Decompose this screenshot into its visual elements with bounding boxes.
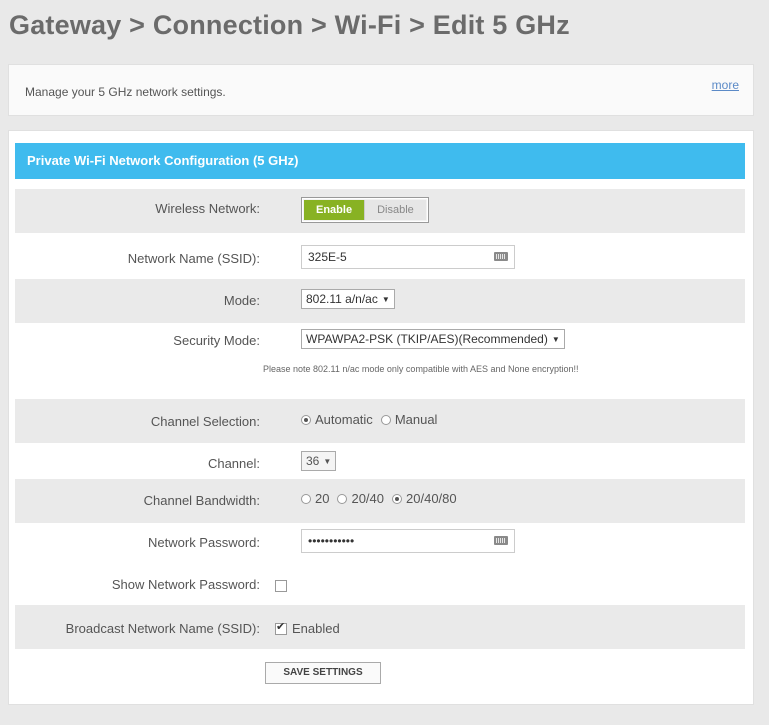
config-panel: Private Wi-Fi Network Configuration (5 G… bbox=[8, 130, 754, 705]
channel-value: 36 bbox=[306, 454, 320, 468]
channel-selection-radios: Automatic Manual bbox=[301, 412, 445, 427]
password-input[interactable]: ••••••••••• bbox=[301, 529, 515, 553]
manual-radio[interactable] bbox=[380, 414, 391, 425]
manual-label: Manual bbox=[394, 412, 438, 427]
mode-row: Mode: 802.11 a/n/ac ▼ bbox=[15, 279, 745, 323]
page-title: Gateway > Connection > Wi-Fi > Edit 5 GH… bbox=[9, 10, 570, 40]
checkmark-icon: ✔ bbox=[276, 621, 286, 633]
ssid-row: Network Name (SSID): 325E-5 bbox=[15, 237, 745, 281]
security-mode-select[interactable]: WPAWPA2-PSK (TKIP/AES)(Recommended) ▼ bbox=[301, 329, 565, 349]
security-mode-row: Security Mode: WPAWPA2-PSK (TKIP/AES)(Re… bbox=[15, 319, 745, 363]
wireless-network-row: Wireless Network: Enable Disable bbox=[15, 189, 745, 233]
bandwidth-20-40-80-radio[interactable] bbox=[392, 493, 403, 504]
save-settings-button[interactable]: SAVE SETTINGS bbox=[265, 662, 381, 684]
automatic-label: Automatic bbox=[315, 412, 373, 427]
mode-label: Mode: bbox=[223, 293, 260, 308]
channel-selection-row: Channel Selection: Automatic Manual bbox=[15, 399, 745, 443]
keyboard-icon[interactable] bbox=[494, 536, 508, 545]
enable-button[interactable]: Enable bbox=[304, 200, 365, 220]
show-password-label: Show Network Password: bbox=[111, 577, 260, 592]
password-label: Network Password: bbox=[148, 535, 260, 550]
automatic-radio[interactable] bbox=[301, 414, 311, 425]
dropdown-arrow-icon: ▼ bbox=[381, 295, 390, 304]
mode-select[interactable]: 802.11 a/n/ac ▼ bbox=[301, 289, 395, 309]
channel-label: Channel: bbox=[207, 456, 260, 471]
info-panel: Manage your 5 GHz network settings. more bbox=[8, 64, 754, 116]
show-password-row: Show Network Password: bbox=[15, 563, 745, 607]
security-mode-label: Security Mode: bbox=[173, 333, 260, 348]
more-link[interactable]: more bbox=[712, 78, 739, 92]
bandwidth-20-40-80-label: 20/40/80 bbox=[406, 491, 457, 506]
password-value: ••••••••••• bbox=[308, 534, 355, 548]
bandwidth-20-radio[interactable] bbox=[301, 493, 311, 504]
broadcast-ssid-row: Broadcast Network Name (SSID): ✔ Enabled bbox=[15, 605, 745, 649]
bandwidth-20-40-label: 20/40 bbox=[351, 491, 385, 506]
channel-selection-label: Channel Selection: bbox=[150, 414, 260, 429]
bandwidth-20-label: 20 bbox=[315, 491, 330, 506]
broadcast-ssid-checkbox[interactable]: ✔ bbox=[275, 621, 287, 635]
encryption-note: Please note 802.11 n/ac mode only compat… bbox=[263, 364, 579, 374]
ssid-label: Network Name (SSID): bbox=[127, 251, 260, 266]
wireless-network-toggle: Enable Disable bbox=[301, 197, 429, 223]
keyboard-icon[interactable] bbox=[494, 252, 508, 261]
dropdown-arrow-icon: ▼ bbox=[551, 335, 560, 344]
wireless-network-label: Wireless Network: bbox=[155, 201, 260, 216]
security-mode-value: WPAWPA2-PSK (TKIP/AES)(Recommended) bbox=[306, 332, 548, 346]
channel-bandwidth-label: Channel Bandwidth: bbox=[143, 493, 260, 508]
show-password-checkbox[interactable] bbox=[275, 580, 287, 592]
bandwidth-20-40-radio[interactable] bbox=[337, 493, 348, 504]
mode-value: 802.11 a/n/ac bbox=[306, 292, 378, 306]
ssid-input[interactable]: 325E-5 bbox=[301, 245, 515, 269]
disable-button[interactable]: Disable bbox=[364, 200, 426, 220]
info-description: Manage your 5 GHz network settings. bbox=[25, 85, 226, 99]
config-header: Private Wi-Fi Network Configuration (5 G… bbox=[15, 143, 745, 179]
channel-bandwidth-radios: 20 20/40 20/40/80 bbox=[301, 491, 465, 506]
ssid-value: 325E-5 bbox=[308, 250, 347, 264]
broadcast-ssid-enabled-label: Enabled bbox=[292, 621, 340, 636]
password-row: Network Password: ••••••••••• bbox=[15, 521, 745, 565]
broadcast-ssid-label: Broadcast Network Name (SSID): bbox=[65, 621, 260, 636]
channel-select[interactable]: 36 ▼ bbox=[301, 451, 337, 471]
channel-bandwidth-row: Channel Bandwidth: 20 20/40 20/40/80 bbox=[15, 479, 745, 523]
dropdown-arrow-icon: ▼ bbox=[323, 457, 332, 466]
